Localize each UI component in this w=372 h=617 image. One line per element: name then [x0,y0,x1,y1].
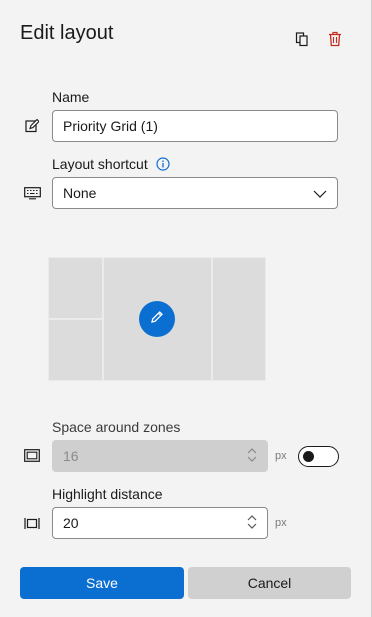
highlight-unit: px [275,517,287,529]
keyboard-icon [23,185,41,201]
highlight-distance-input[interactable]: 20 [52,507,268,539]
spin-arrows-icon[interactable] [247,514,257,532]
copy-icon[interactable] [293,30,311,48]
edit-zones-button[interactable] [139,301,175,337]
spin-arrows-icon[interactable] [247,447,257,465]
zone-right [212,257,266,381]
space-around-zones-icon [23,447,41,463]
pencil-icon [150,310,164,329]
zone-top-left [48,257,103,319]
highlight-distance-icon [23,515,41,531]
chevron-down-icon [313,185,327,201]
highlight-distance-value: 20 [63,515,79,531]
name-input[interactable] [63,118,327,134]
highlight-distance-label: Highlight distance [52,486,163,502]
layout-shortcut-dropdown[interactable]: None [52,177,338,209]
name-label: Name [52,89,90,105]
trash-icon[interactable] [326,30,344,48]
toggle-knob [303,450,314,462]
space-around-zones-toggle[interactable] [298,446,339,467]
space-around-zones-input[interactable]: 16 [52,440,268,472]
layout-shortcut-label: Layout shortcut [52,156,148,172]
info-icon[interactable] [156,157,170,171]
space-unit: px [275,450,287,462]
space-around-zones-label: Space around zones [52,419,181,435]
edit-layout-dialog: Edit layout Name Layout shortcut [0,0,372,617]
dialog-title: Edit layout [20,22,114,44]
edit-icon [23,118,41,134]
layout-shortcut-value: None [63,185,97,201]
name-field[interactable] [52,110,338,142]
zone-bottom-left [48,319,103,381]
save-button[interactable]: Save [20,567,184,599]
space-around-zones-value: 16 [63,448,79,464]
cancel-button[interactable]: Cancel [188,567,351,599]
